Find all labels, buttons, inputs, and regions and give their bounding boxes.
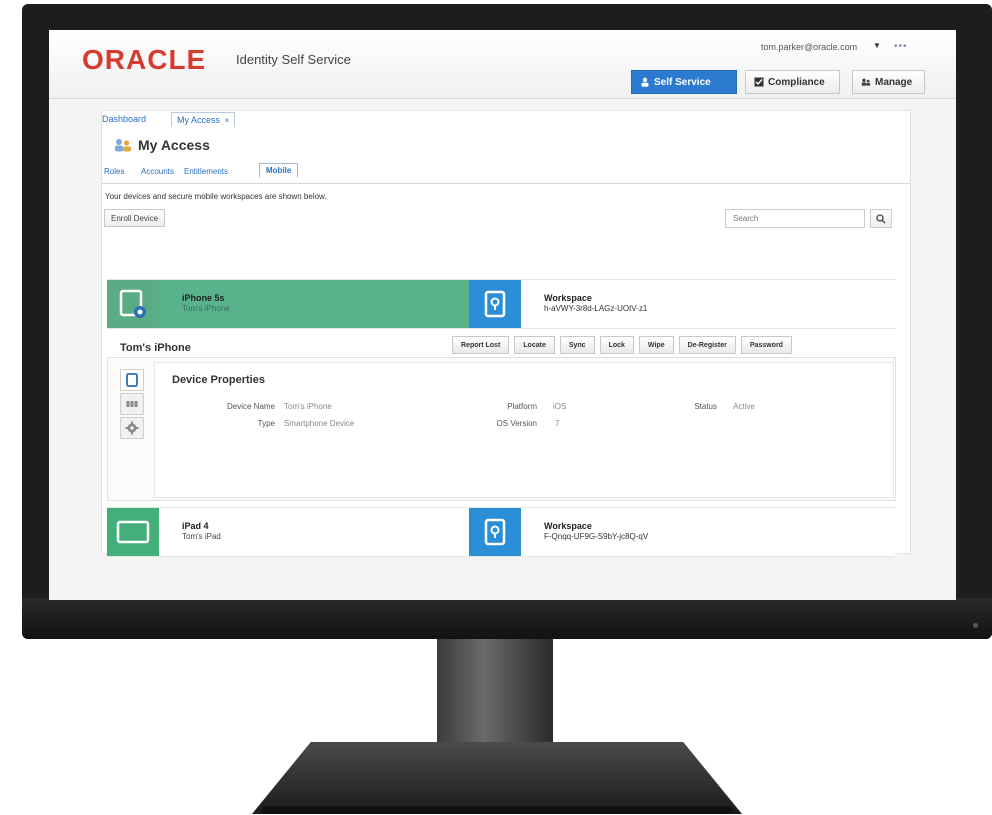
nav-self-service-button[interactable]: Self Service — [631, 70, 737, 94]
nav-self-service-label: Self Service — [654, 76, 711, 88]
user-menu[interactable]: tom.parker@oracle.com — [761, 42, 857, 52]
side-tab-settings[interactable] — [120, 417, 144, 439]
nav-manage-label: Manage — [875, 76, 913, 88]
more-icon[interactable]: ••• — [894, 41, 908, 52]
tab-entitlements[interactable]: Entitlements — [184, 167, 228, 176]
device-owner: Tom's iPhone — [182, 304, 230, 313]
enroll-device-button[interactable]: Enroll Device — [104, 209, 166, 227]
monitor-stand-base — [252, 742, 742, 814]
status-value: Active — [733, 402, 755, 411]
device-summary[interactable]: iPad 4 Tom's iPad — [107, 508, 469, 556]
report-lost-button[interactable]: Report Lost — [452, 336, 510, 354]
monitor-bezel-bottom — [22, 598, 992, 639]
device-name: iPad 4 — [182, 521, 209, 531]
device-icon-tile — [107, 280, 159, 328]
tab-roles[interactable]: Roles — [104, 167, 124, 176]
device-details-title: Tom's iPhone — [120, 342, 191, 354]
device-details-panel: Device Properties Device Name Tom's iPho… — [107, 357, 896, 501]
nav-compliance-label: Compliance — [768, 76, 825, 88]
type-label: Type — [257, 419, 275, 428]
device-summary[interactable]: iPhone 5s Tom's iPhone — [107, 280, 469, 328]
device-name: iPhone 5s — [182, 293, 225, 303]
device-owner: Tom's iPad — [182, 532, 221, 541]
workspace-title: Workspace — [544, 521, 592, 531]
os-version-label: OS Version — [496, 419, 537, 428]
locate-button[interactable]: Locate — [514, 336, 555, 354]
type-value: Smartphone Device — [284, 419, 355, 428]
search-icon — [876, 213, 886, 223]
apps-icon — [126, 401, 138, 407]
monitor-stand-shadow — [262, 806, 732, 814]
search-button[interactable] — [870, 209, 892, 228]
workspace-title: Workspace — [544, 293, 592, 303]
page-description: Your devices and secure mobile workspace… — [105, 192, 327, 201]
platform-value: iOS — [553, 402, 567, 411]
lock-icon — [484, 290, 506, 318]
nav-manage-button[interactable]: Manage — [852, 70, 925, 94]
oracle-logo: ORACLE — [82, 44, 207, 75]
device-icon — [126, 373, 138, 387]
close-icon[interactable]: × — [225, 116, 230, 125]
sync-button[interactable]: Sync — [559, 336, 595, 354]
details-side-tabs — [120, 369, 144, 441]
gear-icon — [125, 421, 139, 435]
workspace-icon-tile[interactable] — [469, 280, 521, 328]
workspace-id: h-aVWY-3r8d-LAGz-UOtV-z1 — [544, 304, 648, 313]
chevron-down-icon[interactable]: ▼ — [873, 41, 881, 50]
tab-mobile[interactable]: Mobile — [259, 163, 299, 178]
tablet-icon — [116, 520, 150, 544]
breadcrumb-my-access-label: My Access — [177, 115, 221, 125]
lock-button[interactable]: Lock — [599, 336, 634, 354]
phone-gear-icon — [119, 289, 146, 318]
side-tab-apps[interactable] — [120, 393, 144, 415]
page-title: My Access — [138, 137, 210, 153]
device-action-toolbar: Report Lost Locate Sync Lock Wipe De-Reg… — [452, 336, 792, 354]
app-title: Identity Self Service — [236, 52, 351, 67]
app-header: ORACLE Identity Self Service tom.parker@… — [49, 30, 956, 99]
users-icon — [115, 139, 131, 152]
wipe-button[interactable]: Wipe — [638, 336, 674, 354]
password-button[interactable]: Password — [740, 336, 792, 354]
breadcrumb-my-access-tab[interactable]: My Access × — [171, 112, 236, 127]
screen: ORACLE Identity Self Service tom.parker@… — [49, 30, 956, 600]
device-icon-tile — [107, 508, 159, 556]
main-panel: Dashboard My Access × My Access Roles Ac… — [101, 110, 911, 557]
device-name-label: Device Name — [226, 402, 275, 411]
status-label: Status — [694, 402, 717, 411]
platform-label: Platform — [507, 402, 537, 411]
power-led — [973, 623, 978, 628]
os-version-value: 7 — [555, 419, 560, 428]
workspace-id: F-Qnqq-UF9G-S9bY-jc8Q-qV — [544, 532, 649, 541]
device-row-iphone[interactable]: iPhone 5s Tom's iPhone Workspace h-aVWY-… — [107, 279, 895, 329]
search-input[interactable] — [725, 209, 865, 228]
workspace-icon-tile[interactable] — [469, 508, 521, 556]
nav-compliance-button[interactable]: Compliance — [745, 70, 840, 94]
checklist-icon — [754, 77, 764, 87]
users-icon — [861, 78, 871, 86]
page-header: My Access — [114, 137, 210, 153]
de-register-button[interactable]: De-Register — [678, 336, 736, 354]
tab-bar: Roles Accounts Entitlements Mobile — [102, 163, 910, 184]
lock-icon — [484, 518, 506, 546]
device-properties-title: Device Properties — [172, 374, 265, 386]
device-properties-panel: Device Properties Device Name Tom's iPho… — [154, 362, 894, 498]
breadcrumb-dashboard[interactable]: Dashboard — [102, 114, 146, 124]
person-icon — [641, 77, 649, 87]
device-row-ipad[interactable]: iPad 4 Tom's iPad Workspace F-Qnqq-UF9G-… — [107, 507, 895, 557]
device-name-value: Tom's iPhone — [284, 402, 332, 411]
side-tab-device[interactable] — [120, 369, 144, 391]
tab-accounts[interactable]: Accounts — [141, 167, 174, 176]
